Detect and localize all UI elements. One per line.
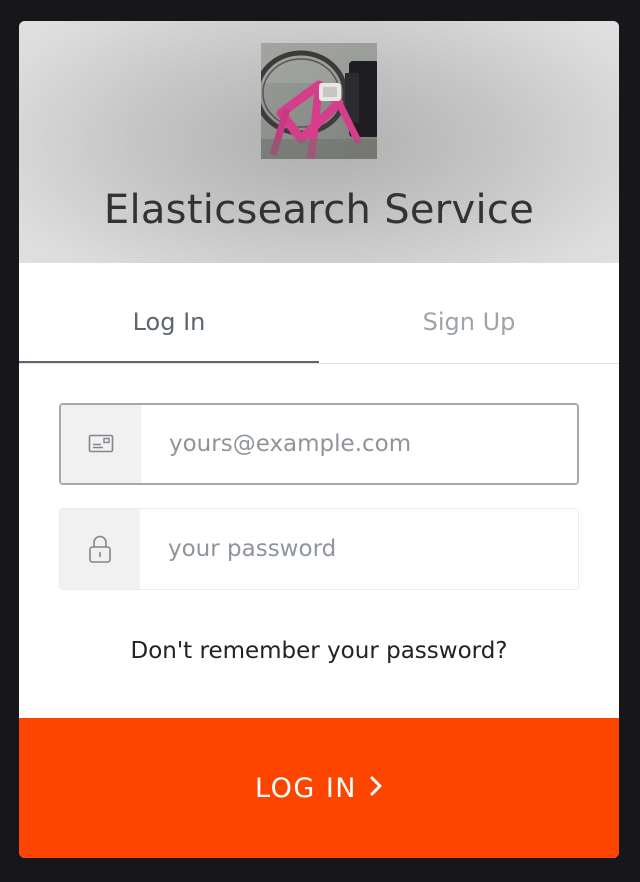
email-input[interactable] xyxy=(141,405,571,483)
email-icon-box xyxy=(61,405,141,483)
page-title: Elasticsearch Service xyxy=(103,187,535,233)
login-modal: Elasticsearch Service Log In Sign Up Don… xyxy=(19,21,619,858)
log-in-button[interactable]: LOG IN xyxy=(19,718,619,858)
log-in-button-label: LOG IN xyxy=(255,772,357,804)
tab-log-in[interactable]: Log In xyxy=(19,263,319,363)
email-field xyxy=(59,403,579,485)
chevron-right-icon xyxy=(369,773,383,804)
email-card-icon xyxy=(88,434,114,453)
password-input[interactable] xyxy=(140,509,570,589)
tab-sign-up[interactable]: Sign Up xyxy=(319,263,619,363)
password-icon-box xyxy=(60,509,140,589)
forgot-password-link[interactable]: Don't remember your password? xyxy=(19,638,619,664)
password-field xyxy=(59,508,579,590)
bicycle-photo-logo xyxy=(261,43,377,159)
header: Elasticsearch Service xyxy=(19,21,619,263)
app-logo xyxy=(261,43,377,159)
auth-tabs: Log In Sign Up xyxy=(19,263,619,364)
lock-icon xyxy=(89,535,111,563)
